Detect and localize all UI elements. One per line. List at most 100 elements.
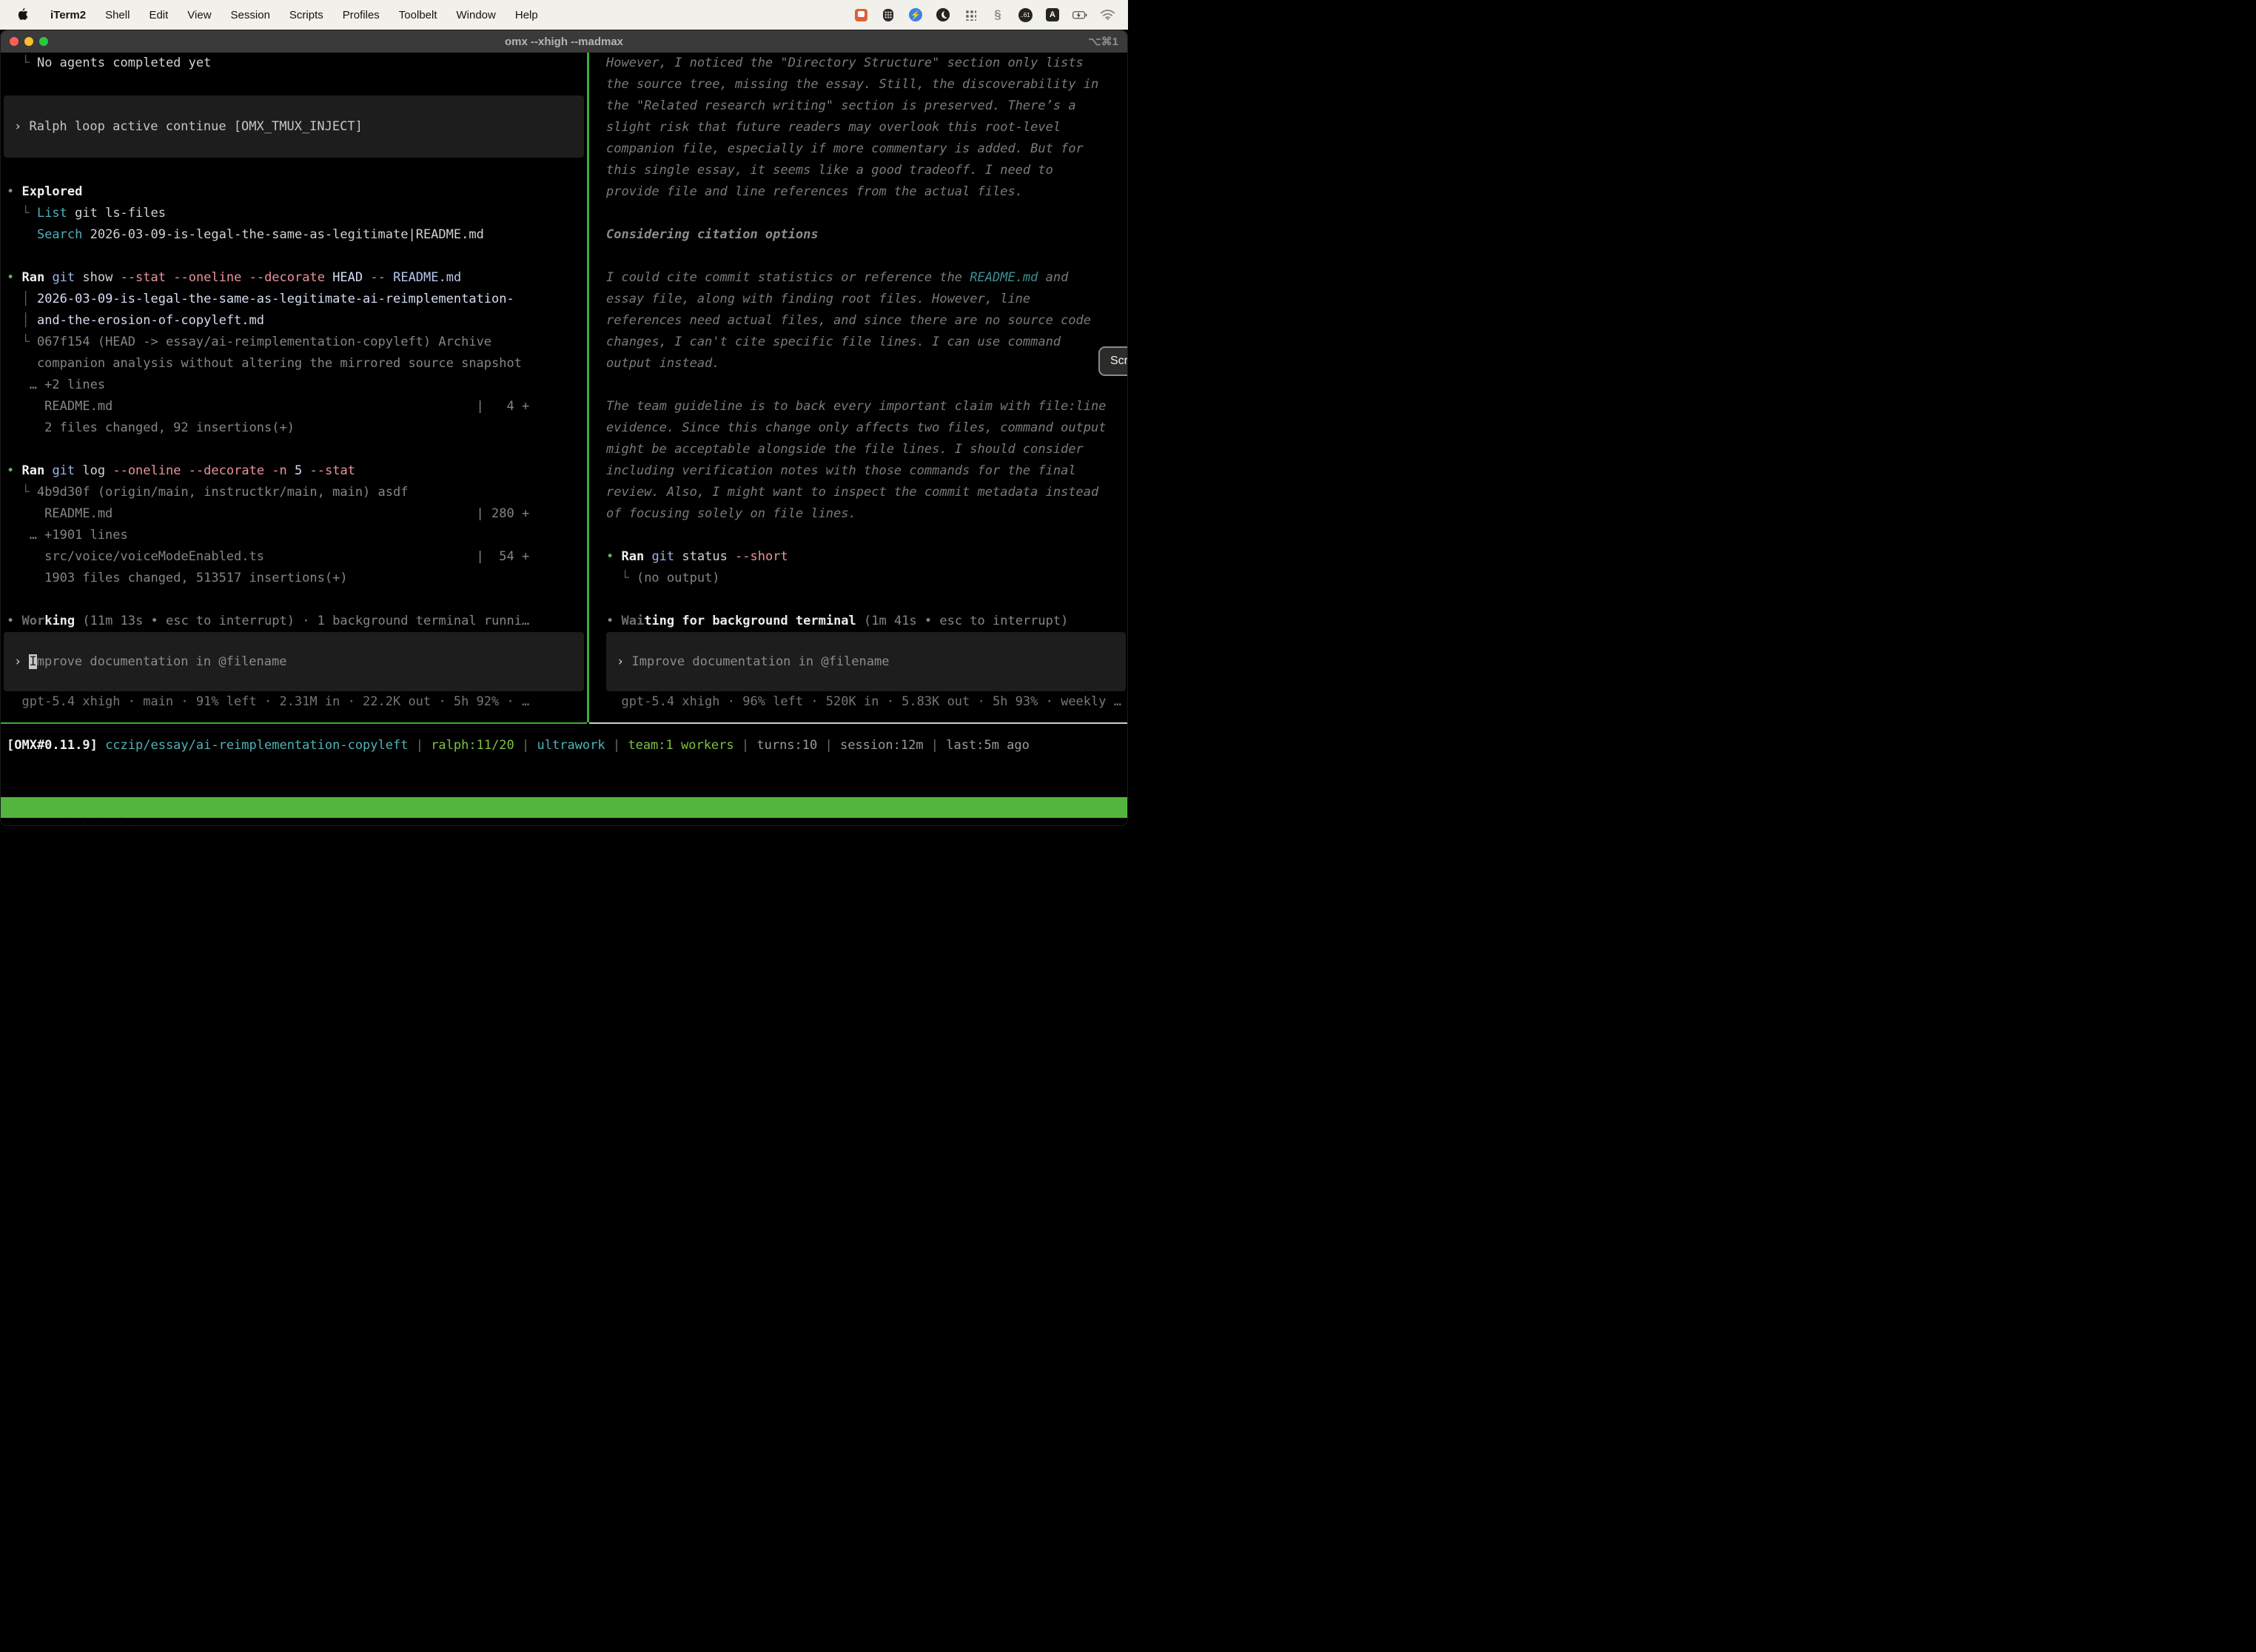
text-segment: might be acceptable alongside the file l… — [606, 442, 1084, 457]
text-segment: team:1 workers — [628, 738, 733, 753]
command-input-box[interactable]: › Improve documentation in @filename — [4, 632, 584, 691]
terminal-line: • Explored — [7, 181, 587, 203]
text-segment: Wai — [621, 614, 644, 628]
crescent-icon[interactable] — [936, 7, 950, 22]
command-input-line: › Improve documentation in @filename — [14, 651, 287, 673]
text-segment: | — [817, 738, 840, 753]
battery-icon[interactable] — [1072, 7, 1087, 22]
text-segment: README.md | 280 + — [7, 506, 529, 521]
tmux-window-label[interactable]: [omx-cczip0:bash* — [5, 818, 134, 826]
terminal-line: gpt-5.4 xhigh · main · 91% left · 2.31M … — [7, 691, 587, 713]
text-segment: HEAD — [332, 270, 370, 285]
text-segment: git — [52, 463, 82, 478]
badge-61-icon[interactable]: ..61 — [1018, 7, 1033, 22]
terminal-line — [606, 525, 1128, 546]
text-segment: git ls-files — [67, 206, 166, 221]
menu-item-window[interactable]: Window — [457, 9, 496, 21]
apple-logo-icon — [19, 8, 30, 21]
menu-bar-left: iTerm2 Shell Edit View Session Scripts P… — [0, 7, 538, 22]
menu-item-iterm2[interactable]: iTerm2 — [50, 9, 86, 21]
terminal-line: The team guideline is to back every impo… — [606, 396, 1128, 417]
text-segment: I could cite commit statistics or refere… — [606, 270, 970, 285]
menu-item-shell[interactable]: Shell — [105, 9, 130, 21]
text-segment: including verification notes with those … — [606, 463, 1076, 478]
dots-grid-icon[interactable] — [963, 7, 978, 22]
terminal-line: • Ran git show --stat --oneline --decora… — [7, 267, 587, 289]
text-segment: Ran — [21, 463, 52, 478]
terminal-line: of focusing solely on file lines. — [606, 503, 1128, 525]
terminal-line — [7, 74, 587, 95]
text-segment: (11m 13s • esc to interrupt) · 1 backgro… — [75, 614, 529, 628]
text-segment: turns:10 — [756, 738, 817, 753]
menu-item-scripts[interactable]: Scripts — [289, 9, 323, 21]
terminal-line — [7, 160, 587, 181]
menu-item-toolbelt[interactable]: Toolbelt — [399, 9, 437, 21]
menu-item-edit[interactable]: Edit — [149, 9, 168, 21]
text-segment: • — [7, 184, 21, 199]
terminal-line: 2 files changed, 92 insertions(+) — [7, 417, 587, 439]
squiggle-icon[interactable]: § — [990, 7, 1005, 22]
text-segment: • — [7, 270, 21, 285]
text-segment: --decorate — [249, 270, 333, 285]
menu-item-view[interactable]: View — [187, 9, 211, 21]
terminal-line — [7, 589, 587, 611]
text-segment: • — [606, 614, 621, 628]
terminal-line: the "Related research writing" section i… — [606, 95, 1128, 117]
terminal-line: • Working (11m 13s • esc to interrupt) ·… — [7, 611, 587, 632]
screen-recording-icon[interactable] — [853, 7, 868, 22]
text-segment: companion file, especially if more comme… — [606, 141, 1084, 156]
text-segment: | — [605, 738, 628, 753]
text-segment: Improve documentation in @filename — [631, 654, 889, 669]
terminal-line: README.md | 280 + — [7, 503, 587, 525]
shield-icon[interactable] — [881, 7, 896, 22]
text-segment: 2026-03-09-is-legal-the-same-as-legitima… — [82, 227, 483, 242]
tmux-pane-right[interactable]: However, I noticed the "Directory Struct… — [589, 53, 1128, 713]
omx-status-line: [OMX#0.11.9] cczip/essay/ai-reimplementa… — [7, 735, 1030, 756]
tmux-pane-left[interactable]: └ No agents completed yet › Ralph loop a… — [1, 53, 587, 713]
text-segment: git — [651, 549, 682, 564]
text-segment: evidence. Since this change only affects… — [606, 420, 1107, 435]
terminal-line: review. Also, I might want to inspect th… — [606, 482, 1128, 503]
tooltip-label: Scre — [1110, 355, 1128, 368]
command-input-line: › Improve documentation in @filename — [617, 651, 889, 673]
text-segment: | — [408, 738, 431, 753]
text-segment: … +1901 lines — [7, 528, 128, 543]
blue-bolt-icon[interactable] — [908, 7, 923, 22]
text-segment: └ — [7, 56, 37, 70]
text-segment: references need actual files, and since … — [606, 313, 1091, 328]
text-segment: │ — [7, 313, 37, 328]
inactive-pane-border — [589, 722, 1128, 724]
terminal-line: including verification notes with those … — [606, 460, 1128, 482]
pane-divider[interactable] — [587, 53, 589, 722]
menu-item-session[interactable]: Session — [231, 9, 270, 21]
terminal-line: output instead. — [606, 353, 1128, 375]
command-input-box[interactable]: › Ralph loop active continue [OMX_TMUX_I… — [4, 95, 584, 158]
terminal-line: the source tree, missing the essay. Stil… — [606, 74, 1128, 95]
text-segment: this single essay, it seems like a good … — [606, 163, 1053, 178]
tmux-status-bar: [omx-cczip0:bash* "MacBook-Pro-44.local"… — [1, 797, 1128, 818]
terminal-line: However, I noticed the "Directory Struct… — [606, 53, 1128, 74]
terminal-line: companion file, especially if more comme… — [606, 138, 1128, 160]
iterm2-window: omx --xhigh --madmax ⌥⌘1 └ No agents com… — [0, 30, 1128, 826]
menu-item-help[interactable]: Help — [515, 9, 538, 21]
apple-menu[interactable] — [16, 7, 31, 22]
command-input-box[interactable]: › Improve documentation in @filename — [606, 632, 1126, 691]
letter-a-icon[interactable]: A — [1045, 7, 1060, 22]
text-segment: 4b9d30f (origin/main, instructkr/main, m… — [37, 485, 409, 500]
text-segment: --stat — [310, 463, 355, 478]
text-segment: and — [1038, 270, 1068, 285]
window-title-bar[interactable]: omx --xhigh --madmax ⌥⌘1 — [1, 30, 1127, 53]
text-segment: last:5m ago — [946, 738, 1030, 753]
menu-item-profiles[interactable]: Profiles — [343, 9, 380, 21]
text-segment: slight risk that future readers may over… — [606, 120, 1061, 135]
terminal-line — [606, 203, 1128, 224]
terminal-line: gpt-5.4 xhigh · 96% left · 520K in · 5.8… — [606, 691, 1128, 713]
text-segment: status — [682, 549, 735, 564]
terminal-line: Search 2026-03-09-is-legal-the-same-as-l… — [7, 224, 587, 246]
terminal-line: might be acceptable alongside the file l… — [606, 439, 1128, 460]
text-segment: and-the-erosion-of-copyleft.md — [37, 313, 264, 328]
text-segment: | — [924, 738, 947, 753]
terminal-line: └ (no output) — [606, 568, 1128, 589]
terminal-line — [7, 439, 587, 460]
wifi-icon[interactable] — [1100, 7, 1115, 22]
